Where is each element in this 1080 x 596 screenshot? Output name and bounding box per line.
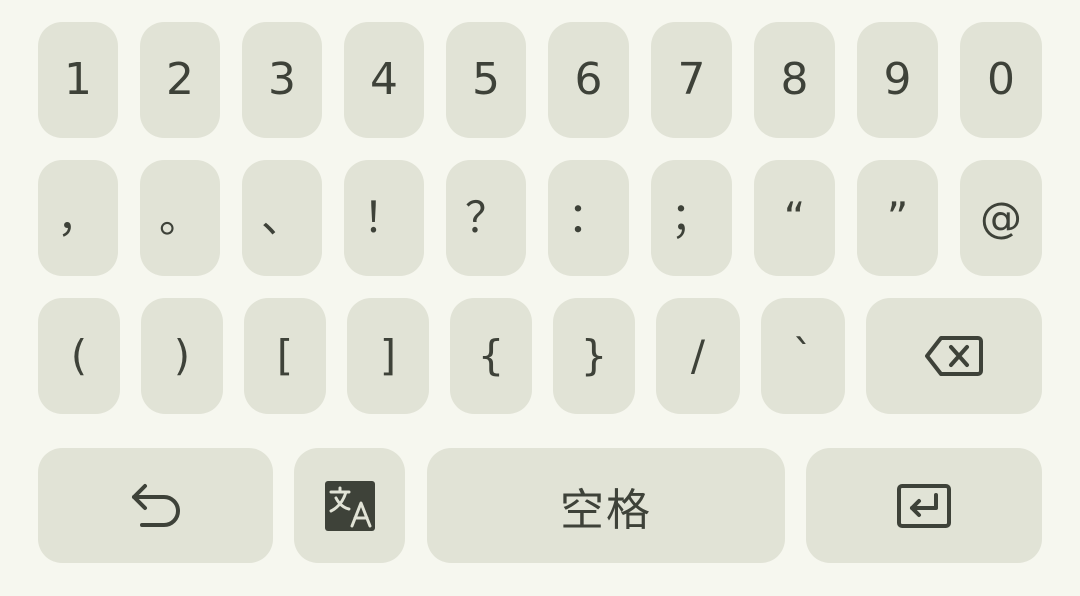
key-label: 5 [472,54,500,105]
key-semicolon[interactable]: ； [651,160,732,276]
key-label: ` [792,331,814,380]
backspace-icon [924,334,984,378]
key-2[interactable]: 2 [140,22,220,138]
key-label: 2 [166,54,194,105]
key-left-paren[interactable]: ( [38,298,120,414]
key-0[interactable]: 0 [960,22,1042,138]
key-right-bracket[interactable]: ] [347,298,429,414]
key-9[interactable]: 9 [857,22,938,138]
key-label: / [690,331,706,380]
key-6[interactable]: 6 [548,22,629,138]
key-label: 。 [158,193,201,242]
key-label: 7 [677,54,706,105]
space-key-label: 空格 [560,484,652,536]
key-label: ( [70,331,88,380]
key-1[interactable]: 1 [38,22,118,138]
key-at[interactable]: @ [960,160,1042,276]
key-left-quote[interactable]: “ [754,160,835,276]
space-key[interactable]: 空格 [427,448,785,563]
key-right-brace[interactable]: } [553,298,635,414]
translate-icon [324,480,375,531]
key-label: ] [379,331,397,380]
key-label: 、 [260,193,303,242]
key-enumeration-comma[interactable]: 、 [242,160,322,276]
key-exclamation[interactable]: ！ [344,160,424,276]
key-label: “ [783,193,806,242]
undo-key[interactable] [38,448,273,563]
key-colon[interactable]: ： [548,160,629,276]
key-label: { [477,331,505,380]
key-label: ： [567,193,610,242]
key-label: ) [173,331,191,380]
key-label: 3 [268,54,296,105]
key-5[interactable]: 5 [446,22,526,138]
key-slash[interactable]: / [656,298,740,414]
key-8[interactable]: 8 [754,22,835,138]
key-4[interactable]: 4 [344,22,424,138]
key-label: } [580,331,608,380]
key-comma[interactable]: ， [38,160,118,276]
key-label: ， [56,193,99,242]
key-left-bracket[interactable]: [ [244,298,326,414]
key-backtick[interactable]: ` [761,298,845,414]
key-label: 8 [780,54,809,105]
key-label: ； [670,193,713,242]
enter-icon [896,483,952,529]
key-left-brace[interactable]: { [450,298,532,414]
key-label: 9 [883,54,912,105]
undo-icon [128,481,184,531]
key-label: 4 [370,54,398,105]
key-period[interactable]: 。 [140,160,220,276]
enter-key[interactable] [806,448,1042,563]
key-label: 0 [987,54,1015,105]
key-label: [ [276,331,294,380]
key-question[interactable]: ？ [446,160,526,276]
key-label: ！ [362,193,405,242]
key-label: ” [886,193,909,242]
backspace-key[interactable] [866,298,1042,414]
key-right-quote[interactable]: ” [857,160,938,276]
key-label: 6 [574,54,603,105]
key-right-paren[interactable]: ) [141,298,223,414]
key-label: @ [980,193,1022,242]
key-label: 1 [64,54,92,105]
key-label: ？ [464,193,507,242]
key-7[interactable]: 7 [651,22,732,138]
translate-key[interactable] [294,448,405,563]
key-3[interactable]: 3 [242,22,322,138]
